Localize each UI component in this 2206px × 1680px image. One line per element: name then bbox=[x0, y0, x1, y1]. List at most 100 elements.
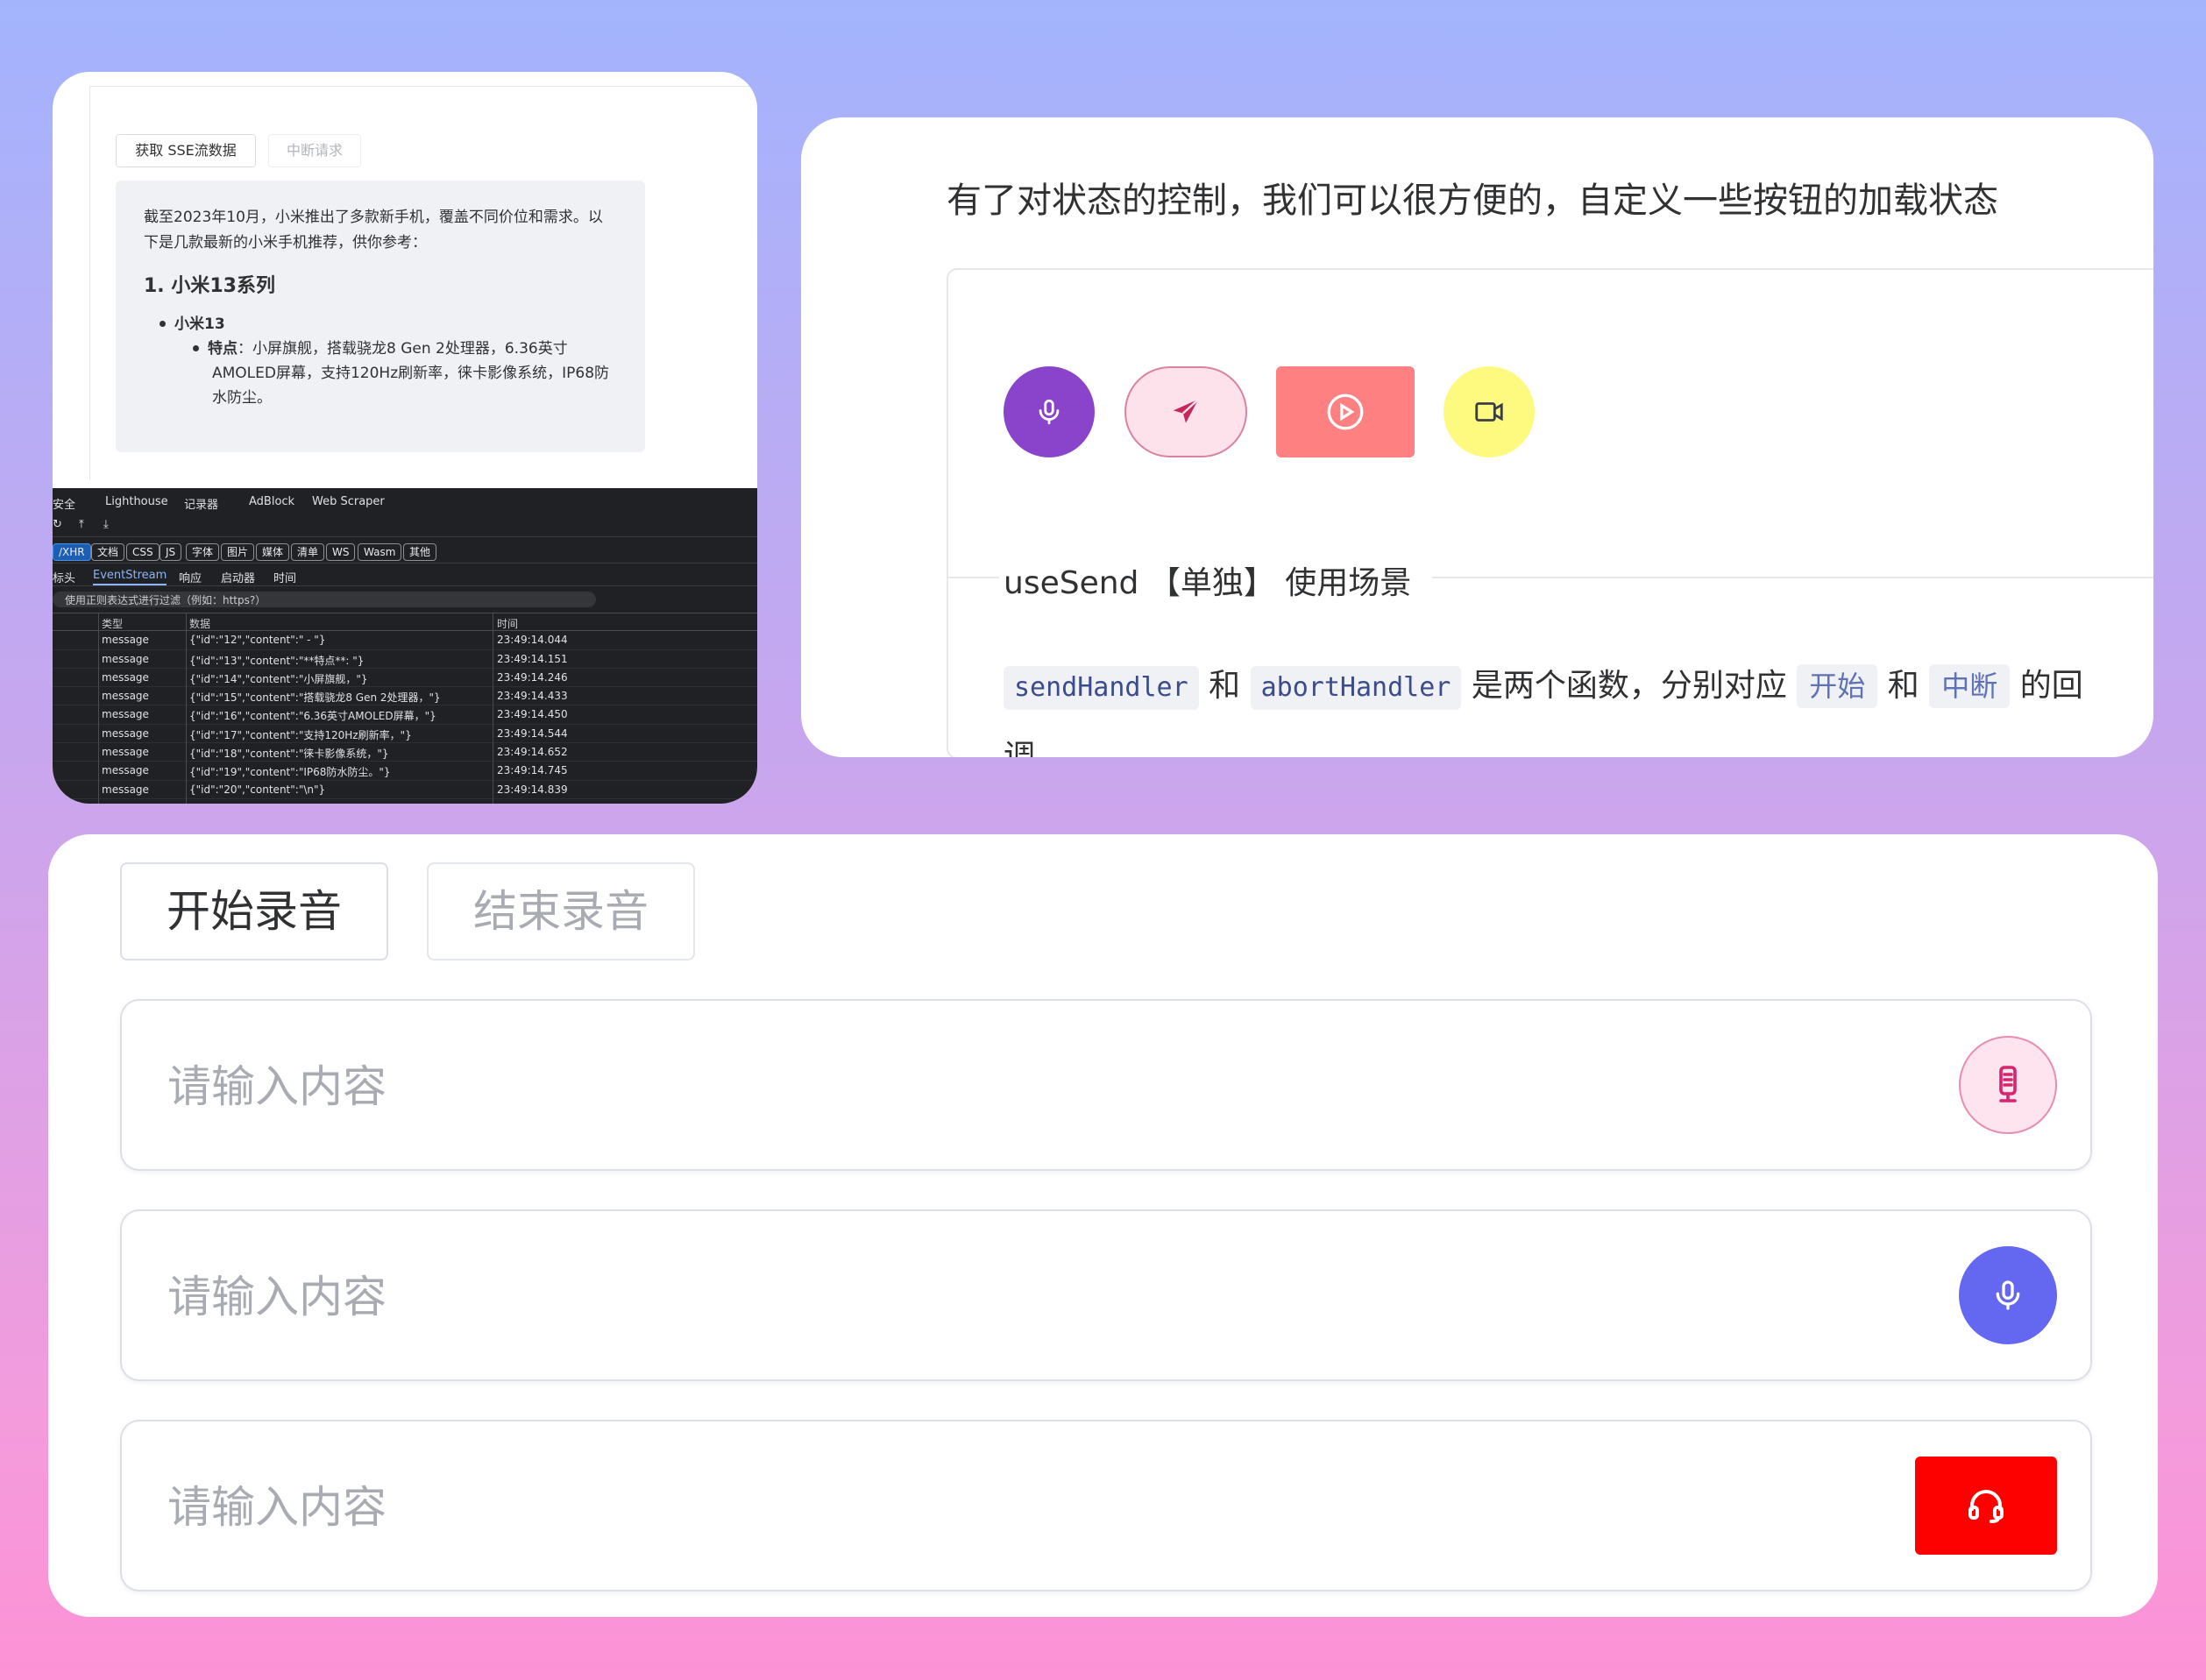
bullet-icon bbox=[193, 345, 199, 351]
cell-time: 23:49:14.246 bbox=[497, 671, 568, 684]
filter-chip[interactable]: WS bbox=[326, 543, 355, 561]
column-type[interactable]: 类型 bbox=[102, 616, 123, 631]
table-row[interactable]: message{"id":"20","content":"\n"}23:49:1… bbox=[53, 781, 757, 799]
content-input[interactable] bbox=[167, 1262, 1745, 1332]
para-text: 和 bbox=[1209, 668, 1240, 704]
para-continuation: 调 bbox=[1004, 731, 1035, 757]
sse-output: 截至2023年10月，小米推出了多款新手机，覆盖不同价位和需求。以下是几款最新的… bbox=[116, 181, 645, 452]
table-row[interactable]: message{"id":"12","content":" - "}23:49:… bbox=[53, 631, 757, 649]
refresh-icon[interactable]: ↻ bbox=[53, 518, 62, 531]
mic-button[interactable] bbox=[1959, 1246, 2057, 1344]
start-recording-button[interactable]: 开始录音 bbox=[120, 862, 388, 961]
cell-type: message bbox=[102, 653, 149, 665]
content-input[interactable] bbox=[167, 1052, 1745, 1122]
microphone-icon bbox=[1034, 397, 1064, 427]
cell-data: {"id":"15","content":"搭载骁龙8 Gen 2处理器，"} bbox=[189, 690, 441, 705]
cell-data: {"id":"16","content":"6.36英寸AMOLED屏幕，"} bbox=[189, 708, 436, 723]
upload-icon[interactable]: ⤒ bbox=[79, 518, 84, 531]
filter-chip[interactable]: 文档 bbox=[91, 543, 124, 561]
devtools-tab[interactable]: Web Scraper bbox=[312, 495, 385, 508]
fetch-sse-button[interactable]: 获取 SSE流数据 bbox=[116, 134, 256, 167]
keyword-abort: 中断 bbox=[1929, 664, 2010, 708]
cell-time: 23:49:14.151 bbox=[497, 653, 568, 665]
devtools-tab[interactable]: AdBlock bbox=[249, 495, 294, 508]
section-title: useSend 【单独】 使用场景 bbox=[1004, 557, 1423, 603]
list-item-title: 小米13 bbox=[174, 315, 225, 333]
table-row[interactable]: message {"id":"15","content":"搭载骁龙8 Gen 2… bbox=[53, 687, 757, 705]
cell-data: {"id":"13","content":"**特点**: "} bbox=[189, 653, 364, 668]
content-input[interactable] bbox=[167, 1472, 1745, 1542]
cell-data: {"id":"18","content":"徕卡影像系统，"} bbox=[189, 746, 389, 761]
mic-button[interactable] bbox=[1004, 366, 1095, 457]
cell-type: message bbox=[102, 727, 149, 740]
video-camera-icon bbox=[1472, 395, 1506, 429]
regex-filter-placeholder: 使用正则表达式进行过滤（例如：https?） bbox=[65, 592, 266, 607]
tab-timing[interactable]: 时间 bbox=[273, 569, 296, 585]
cell-time: 23:49:14.839 bbox=[497, 783, 568, 796]
filter-chip[interactable]: Wasm bbox=[358, 543, 401, 561]
table-row[interactable]: message{"id":"18","content":"徕卡影像系统，"}23… bbox=[53, 743, 757, 762]
play-button[interactable] bbox=[1276, 366, 1415, 457]
divider-line bbox=[947, 577, 999, 578]
sender-input-box bbox=[120, 1420, 2092, 1591]
filter-chip[interactable]: 媒体 bbox=[256, 543, 289, 561]
table-row[interactable]: message {"id":"19","content":"IP68防水防尘。"}… bbox=[53, 762, 757, 780]
headset-button[interactable] bbox=[1915, 1457, 2057, 1555]
table-row[interactable]: message{"id":"14","content":"小屏旗舰，"}23:4… bbox=[53, 669, 757, 687]
filter-chip[interactable]: /XHR bbox=[53, 543, 91, 561]
sender-input-box bbox=[120, 999, 2092, 1171]
cell-type: message bbox=[102, 708, 149, 720]
devtools-tab[interactable]: 记录器 bbox=[184, 495, 218, 512]
recording-card: 开始录音 结束录音 bbox=[48, 834, 2158, 1617]
cell-time: 23:49:14.544 bbox=[497, 727, 568, 740]
cell-type: message bbox=[102, 690, 149, 702]
cell-type: message bbox=[102, 764, 149, 776]
cell-data: {"id":"20","content":"\n"} bbox=[189, 783, 325, 796]
filter-chip[interactable]: CSS bbox=[126, 543, 160, 561]
paper-plane-icon bbox=[1169, 395, 1202, 429]
column-divider bbox=[186, 613, 187, 804]
table-row[interactable]: message{"id":"17","content":"支持120Hz刷新率，… bbox=[53, 725, 757, 743]
description-paragraph: sendHandler 和 abortHandler 是两个函数，分别对应 开始… bbox=[1004, 663, 2083, 710]
keyword-start: 开始 bbox=[1797, 664, 1877, 708]
cell-data: {"id":"19","content":"IP68防水防尘。"} bbox=[189, 764, 391, 779]
filter-chip[interactable]: 其他 bbox=[403, 543, 436, 561]
table-header: 类型 数据 时间 bbox=[53, 613, 757, 631]
filter-chip[interactable]: JS bbox=[160, 543, 181, 561]
devtools-tab-bar: 安全 Lighthouse 记录器 AdBlock Web Scraper bbox=[53, 492, 757, 514]
para-text: 和 bbox=[1888, 668, 1919, 704]
play-circle-icon bbox=[1323, 390, 1367, 434]
video-button[interactable] bbox=[1443, 366, 1535, 457]
column-divider bbox=[98, 613, 99, 804]
cell-time: 23:49:14.652 bbox=[497, 746, 568, 758]
regex-filter[interactable]: 使用正则表达式进行过滤（例如：https?） bbox=[53, 590, 757, 611]
eventstream-table: 类型 数据 时间 message{"id":"12","content":" -… bbox=[53, 613, 757, 799]
table-row[interactable]: message {"id":"16","content":"6.36英寸AMOLE… bbox=[53, 705, 757, 724]
stop-recording-button[interactable]: 结束录音 bbox=[427, 862, 695, 961]
download-icon[interactable]: ⤓ bbox=[103, 518, 109, 531]
para-text: 的回 bbox=[2020, 668, 2083, 704]
request-detail-tabs: 标头 EventStream 响应 启动器 时间 bbox=[53, 565, 757, 586]
table-row[interactable]: message {"id":"13","content":"**特点**: "} 2… bbox=[53, 650, 757, 669]
code-send-handler: sendHandler bbox=[1004, 666, 1199, 710]
cell-data: {"id":"12","content":" - "} bbox=[189, 634, 325, 646]
bullet-icon bbox=[160, 321, 166, 327]
cell-type: message bbox=[102, 671, 149, 684]
filter-chip[interactable]: 清单 bbox=[291, 543, 324, 561]
tab-eventstream[interactable]: EventStream bbox=[93, 569, 167, 585]
code-abort-handler: abortHandler bbox=[1251, 666, 1462, 710]
tab-headers[interactable]: 标头 bbox=[53, 569, 75, 585]
devtools-tab[interactable]: 安全 bbox=[53, 495, 75, 512]
state-title: 有了对状态的控制，我们可以很方便的，自定义一些按钮的加载状态 bbox=[947, 172, 1998, 223]
tab-response[interactable]: 响应 bbox=[179, 569, 202, 585]
devtools-tab[interactable]: Lighthouse bbox=[105, 495, 168, 508]
column-data[interactable]: 数据 bbox=[189, 616, 210, 631]
abort-request-button[interactable]: 中断请求 bbox=[268, 134, 361, 167]
send-button[interactable] bbox=[1124, 366, 1247, 457]
filter-chip[interactable]: 图片 bbox=[221, 543, 254, 561]
column-time[interactable]: 时间 bbox=[497, 616, 518, 631]
podcast-mic-button[interactable] bbox=[1959, 1036, 2057, 1134]
filter-chip[interactable]: 字体 bbox=[186, 543, 219, 561]
devtools-panel: 安全 Lighthouse 记录器 AdBlock Web Scraper ↻ … bbox=[53, 488, 757, 804]
tab-initiator[interactable]: 启动器 bbox=[221, 569, 255, 585]
